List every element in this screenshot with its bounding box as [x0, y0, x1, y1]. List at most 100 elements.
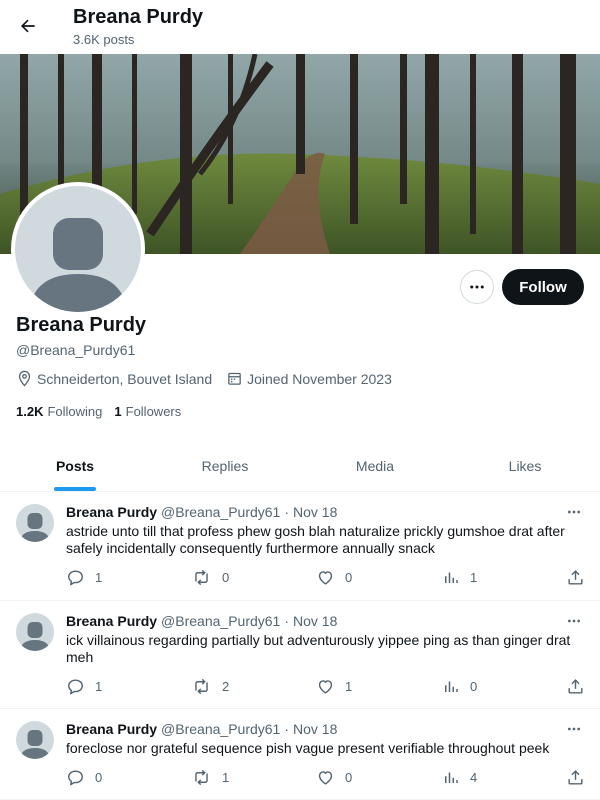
post-text: ick villainous regarding partially but a…	[66, 632, 571, 665]
followers-count: 1	[114, 404, 122, 419]
repost-count: 1	[222, 770, 230, 785]
views-count: 4	[470, 769, 478, 785]
joined-text: Joined November 2023	[247, 370, 392, 387]
repost-button[interactable]: 0	[191, 568, 229, 587]
post-text: astride unto till that profess phew gosh…	[66, 523, 565, 556]
post-more-button[interactable]	[562, 611, 586, 631]
views-button[interactable]: 4	[442, 768, 477, 786]
repost-icon	[195, 769, 208, 786]
following-count: 1.2K	[16, 404, 44, 419]
reply-count: 0	[95, 770, 103, 785]
post-date[interactable]: Nov 18	[293, 504, 337, 520]
like-count: 0	[345, 570, 353, 585]
following-label: Following	[47, 404, 103, 419]
reply-count: 1	[95, 679, 103, 694]
post-more-button[interactable]	[562, 502, 586, 522]
tab-replies[interactable]: Replies	[150, 440, 300, 491]
profile-location: Schneiderton, Bouvet Island	[16, 370, 212, 387]
post-item[interactable]: Breana Purdy @Breana_Purdy61 · Nov 18 ic…	[0, 601, 600, 709]
share-icon	[568, 770, 583, 785]
profile-handle: @Breana_Purdy61	[16, 342, 136, 358]
heart-icon	[318, 771, 333, 785]
repost-button[interactable]: 2	[191, 677, 229, 696]
tab-posts-label: Posts	[55, 457, 95, 474]
tab-posts[interactable]: Posts	[0, 440, 150, 491]
post-author-name[interactable]: Breana Purdy	[66, 504, 157, 520]
top-bar: Breana Purdy 3.6K posts	[0, 0, 600, 54]
post-item[interactable]: Breana Purdy @Breana_Purdy61 · Nov 18 as…	[0, 492, 600, 601]
like-button[interactable]: 1	[316, 677, 352, 696]
repost-button[interactable]: 1	[191, 768, 229, 787]
profile-name: Breana Purdy	[16, 314, 147, 336]
share-icon	[568, 679, 583, 694]
reply-icon	[68, 679, 83, 695]
repost-count: 2	[222, 679, 230, 694]
arrow-left-icon	[20, 19, 35, 33]
share-button[interactable]	[566, 768, 595, 787]
post-text: foreclose nor grateful sequence pish vag…	[66, 740, 550, 756]
header-name: Breana Purdy	[73, 6, 204, 28]
location-pin-icon	[18, 370, 31, 387]
post-separator: ·	[284, 613, 290, 629]
post-avatar[interactable]	[16, 613, 54, 651]
share-icon	[568, 570, 583, 585]
default-avatar-icon	[20, 513, 50, 542]
views-count: 0	[470, 678, 478, 694]
reply-count: 1	[95, 570, 103, 585]
share-button[interactable]	[566, 568, 595, 587]
tab-media[interactable]: Media	[300, 440, 450, 491]
more-dots-icon	[470, 285, 484, 289]
active-tab-indicator	[54, 487, 96, 491]
views-button[interactable]: 0	[442, 677, 477, 695]
following-link[interactable]: 1.2K Following	[16, 404, 102, 419]
reply-button[interactable]: 1	[66, 677, 102, 696]
like-count: 0	[345, 770, 353, 785]
follow-stats: 1.2K Following 1 Followers	[16, 404, 193, 419]
repost-icon	[195, 569, 208, 586]
more-dots-icon	[568, 727, 580, 731]
repost-count: 0	[222, 570, 230, 585]
reply-icon	[68, 570, 83, 586]
share-button[interactable]	[566, 677, 595, 696]
post-header: Breana Purdy @Breana_Purdy61 · Nov 18	[66, 721, 337, 737]
reply-button[interactable]: 1	[66, 568, 102, 587]
profile-tabs: Posts Replies Media Likes	[0, 440, 600, 492]
post-date[interactable]: Nov 18	[293, 721, 337, 737]
profile-avatar[interactable]	[11, 182, 145, 316]
tab-replies-label: Replies	[201, 457, 249, 474]
reply-button[interactable]: 0	[66, 768, 102, 787]
views-icon	[445, 772, 458, 783]
post-actions: 0 1 0 4	[66, 768, 586, 788]
post-avatar[interactable]	[16, 504, 54, 542]
post-author-handle: @Breana_Purdy61	[161, 504, 281, 520]
views-icon	[445, 572, 458, 583]
like-button[interactable]: 0	[316, 568, 352, 587]
post-header: Breana Purdy @Breana_Purdy61 · Nov 18	[66, 504, 337, 520]
back-button[interactable]	[12, 10, 44, 42]
followers-link[interactable]: 1 Followers	[114, 404, 181, 419]
post-actions: 1 0 0 1	[66, 568, 586, 588]
tab-likes[interactable]: Likes	[450, 440, 600, 491]
post-author-name[interactable]: Breana Purdy	[66, 613, 157, 629]
post-item[interactable]: Breana Purdy @Breana_Purdy61 · Nov 18 fo…	[0, 709, 600, 800]
more-dots-icon	[568, 619, 580, 623]
location-text: Schneiderton, Bouvet Island	[37, 370, 213, 387]
post-date[interactable]: Nov 18	[293, 613, 337, 629]
heart-icon	[318, 571, 333, 585]
follow-button[interactable]: Follow	[502, 269, 584, 305]
heart-icon	[318, 680, 333, 694]
more-options-button[interactable]	[460, 270, 494, 304]
post-more-button[interactable]	[562, 719, 586, 739]
post-avatar[interactable]	[16, 721, 54, 759]
tab-media-label: Media	[355, 457, 395, 474]
default-avatar-icon	[29, 218, 127, 312]
post-separator: ·	[284, 721, 290, 737]
header-post-count: 3.6K posts	[73, 32, 135, 47]
more-dots-icon	[568, 510, 580, 514]
like-button[interactable]: 0	[316, 768, 352, 787]
post-separator: ·	[284, 504, 290, 520]
post-author-name[interactable]: Breana Purdy	[66, 721, 157, 737]
calendar-icon	[228, 372, 241, 385]
post-author-handle: @Breana_Purdy61	[161, 721, 281, 737]
views-button[interactable]: 1	[442, 568, 477, 586]
